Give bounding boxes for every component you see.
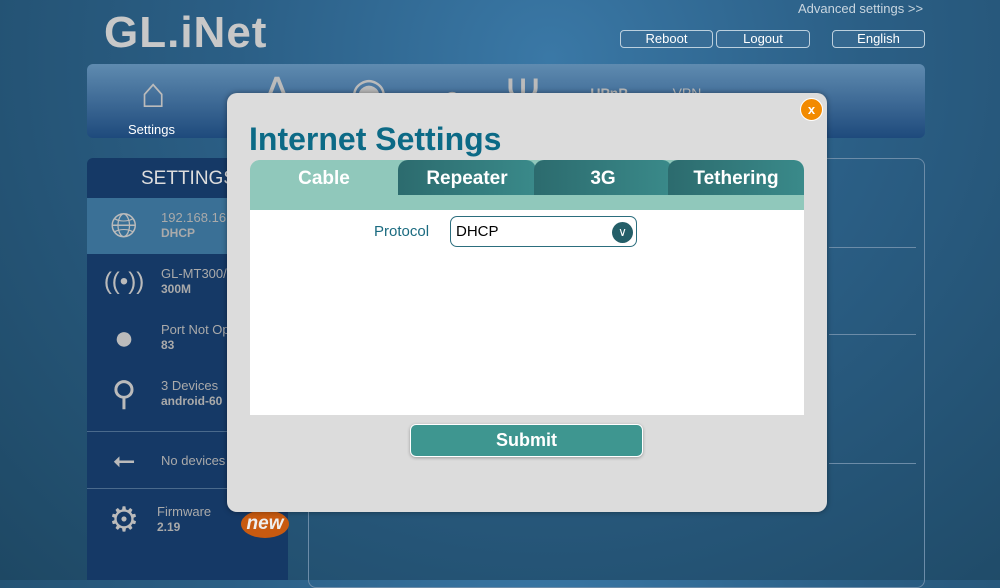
- globe-icon: 🌐︎: [110, 207, 138, 245]
- internet-settings-modal: x Internet Settings Cable Repeater 3G Te…: [227, 93, 827, 512]
- protocol-select[interactable]: DHCP ∨: [450, 216, 637, 247]
- device-count: 3 Devices: [161, 378, 219, 393]
- tab-content: Protocol DHCP ∨: [250, 210, 804, 415]
- logo: GL.iNet: [104, 8, 268, 57]
- sidebar-title: SETTINGS: [141, 168, 237, 189]
- modal-title: Internet Settings: [249, 121, 502, 157]
- tab-cable[interactable]: Cable: [250, 160, 398, 195]
- chevron-down-icon[interactable]: ∨: [612, 222, 633, 243]
- divider: [829, 247, 916, 248]
- tab-3g[interactable]: 3G: [534, 160, 672, 195]
- protocol-label: Protocol: [374, 223, 430, 240]
- tab-tethering[interactable]: Tethering: [668, 160, 804, 195]
- ssid: GL-MT300/: [161, 266, 227, 281]
- device-name: android-60: [161, 394, 223, 408]
- antenna-icon: ((•)): [103, 268, 145, 295]
- gear-icon: ⚙: [108, 501, 140, 539]
- usb-status: No devices: [161, 453, 226, 468]
- wifi-speed: 300M: [161, 282, 192, 296]
- submit-button[interactable]: Submit: [410, 424, 643, 457]
- internet-ip: 192.168.16: [161, 210, 227, 225]
- divider: [829, 334, 916, 335]
- port-status: Port Not Op: [161, 322, 230, 337]
- tab-bar: Cable Repeater 3G Tethering: [250, 160, 804, 210]
- close-button[interactable]: x: [800, 98, 823, 121]
- internet-protocol: DHCP: [161, 226, 196, 240]
- network-tree-icon: ⚲: [111, 375, 137, 413]
- reboot-button[interactable]: Reboot: [620, 30, 713, 48]
- nav-settings-label[interactable]: Settings: [128, 122, 175, 137]
- firmware-version: 2.19: [157, 520, 181, 534]
- port-number: 83: [161, 338, 175, 352]
- protocol-value: DHCP: [456, 223, 499, 240]
- advanced-settings-link[interactable]: Advanced settings >>: [798, 1, 923, 16]
- firmware-label: Firmware: [157, 504, 212, 519]
- logout-button[interactable]: Logout: [716, 30, 810, 48]
- tab-repeater[interactable]: Repeater: [398, 160, 536, 195]
- usb-icon: ⭠: [112, 444, 136, 475]
- new-firmware-badge[interactable]: new: [241, 510, 289, 538]
- language-button[interactable]: English: [832, 30, 925, 48]
- keyhole-icon: ●: [113, 319, 135, 357]
- divider: [829, 463, 916, 464]
- home-icon[interactable]: ⌂: [123, 68, 183, 118]
